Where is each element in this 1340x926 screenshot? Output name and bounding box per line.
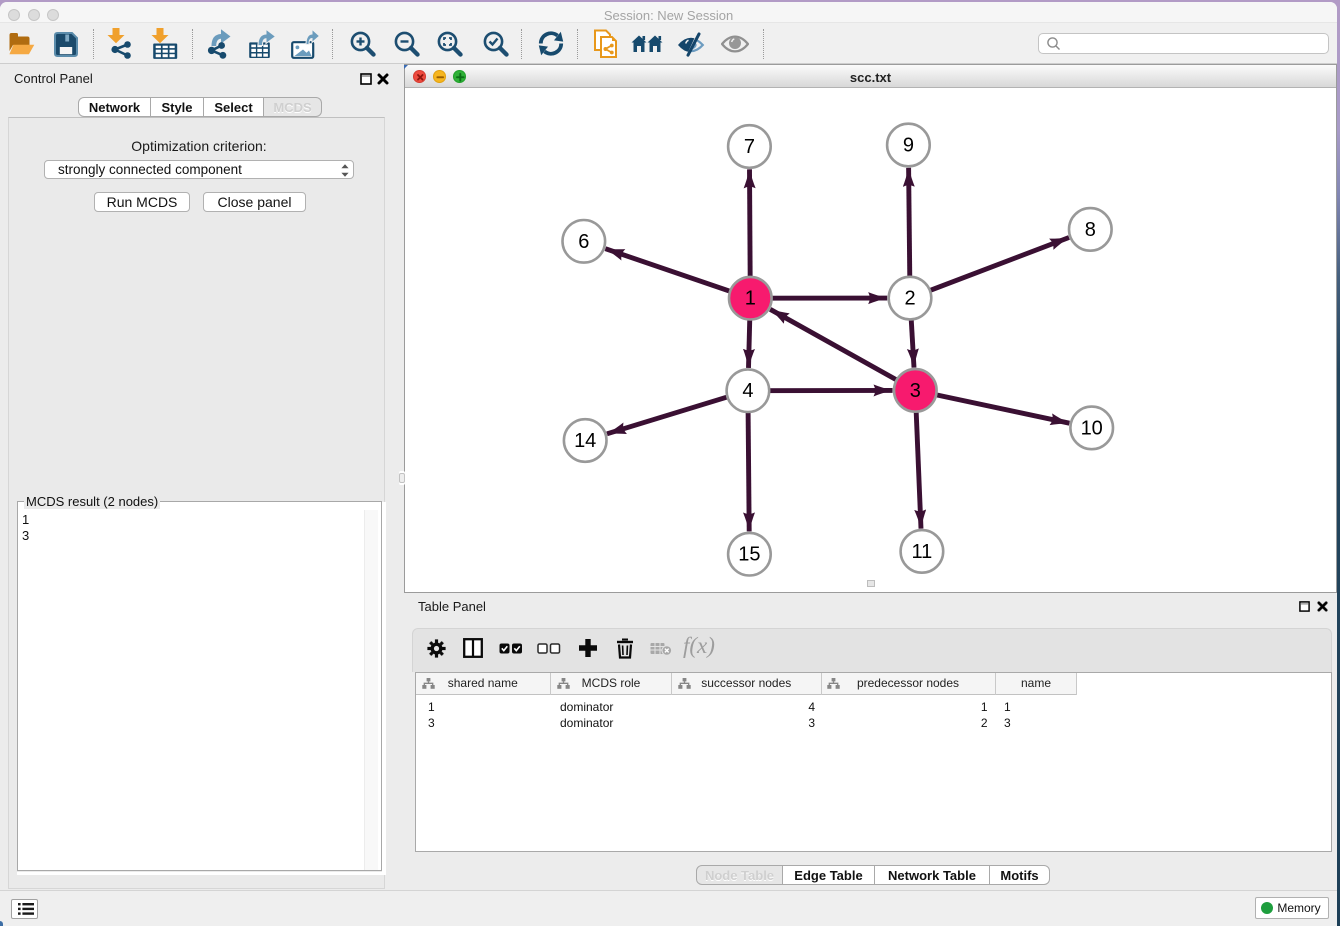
svg-text:1: 1 [745, 287, 756, 309]
svg-text:9: 9 [903, 134, 914, 156]
svg-text:4: 4 [742, 379, 753, 401]
svg-text:8: 8 [1085, 218, 1096, 240]
svg-text:3: 3 [910, 379, 921, 401]
svg-text:2: 2 [904, 287, 915, 309]
svg-text:10: 10 [1081, 416, 1103, 438]
svg-text:11: 11 [912, 540, 933, 562]
svg-text:6: 6 [578, 230, 589, 252]
svg-text:14: 14 [574, 429, 596, 451]
svg-text:15: 15 [738, 543, 760, 565]
svg-text:7: 7 [744, 135, 755, 157]
